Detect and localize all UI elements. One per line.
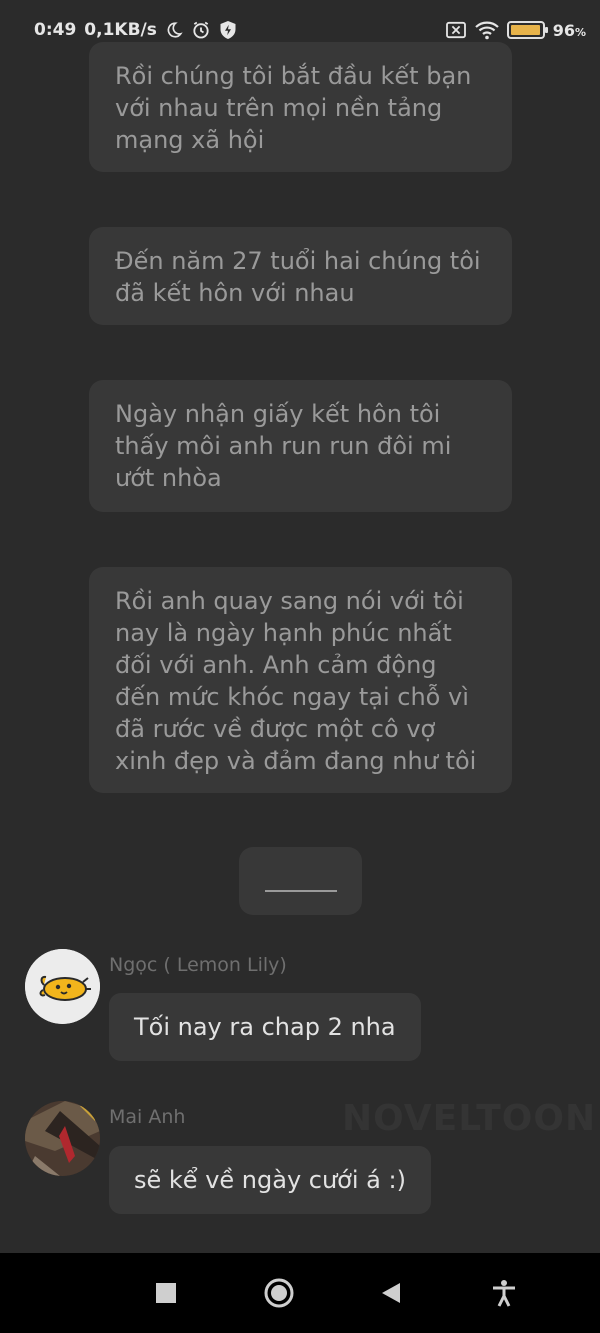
divider-line xyxy=(264,890,337,892)
sim-x-icon xyxy=(445,21,467,39)
status-time: 0:49 xyxy=(34,20,77,40)
lemon-avatar-icon xyxy=(25,949,100,1024)
speaker-name: Ngọc ( Lemon Lily) xyxy=(109,954,287,976)
back-triangle-icon xyxy=(382,1283,401,1303)
wifi-icon xyxy=(474,20,499,40)
accessibility-icon xyxy=(492,1280,515,1307)
narration-text: Ngày nhận giấy kết hôn tôi thấy môi anh … xyxy=(115,400,452,492)
shield-icon xyxy=(219,20,237,40)
back-button[interactable] xyxy=(361,1263,421,1323)
narration-text: Đến năm 27 tuổi hai chúng tôi đã kết hôn… xyxy=(115,247,481,307)
narration-bubble: Ngày nhận giấy kết hôn tôi thấy môi anh … xyxy=(89,380,512,512)
avatar[interactable] xyxy=(25,949,100,1024)
narration-bubble: Rồi chúng tôi bắt đầu kết bạn với nhau t… xyxy=(89,42,512,172)
photo-avatar-icon xyxy=(25,1101,100,1176)
chapter-divider xyxy=(239,847,362,915)
chat-bubble: sẽ kể về ngày cưới á :) xyxy=(109,1146,431,1214)
narration-bubble: Rồi anh quay sang nói với tôi nay là ngà… xyxy=(89,567,512,793)
home-button[interactable] xyxy=(249,1263,309,1323)
narration-text: Rồi chúng tôi bắt đầu kết bạn với nhau t… xyxy=(115,62,472,154)
recents-square-icon xyxy=(156,1283,177,1303)
recents-button[interactable] xyxy=(136,1263,196,1323)
narration-text: Rồi anh quay sang nói với tôi nay là ngà… xyxy=(115,587,477,775)
navigation-bar xyxy=(0,1253,600,1333)
battery-level xyxy=(510,25,540,35)
accessibility-button[interactable] xyxy=(474,1263,534,1323)
home-circle-icon xyxy=(264,1278,294,1308)
chat-text: Tối nay ra chap 2 nha xyxy=(134,1013,396,1041)
alarm-icon xyxy=(191,20,211,40)
speaker-name: Mai Anh xyxy=(109,1106,186,1128)
moon-icon xyxy=(165,21,183,39)
status-right: 96% xyxy=(445,20,586,40)
status-left: 0:49 0,1KB/s xyxy=(34,20,237,40)
chat-text: sẽ kể về ngày cưới á :) xyxy=(134,1166,406,1194)
noveltoon-watermark: NOVELTOON xyxy=(342,1098,597,1139)
status-bar: 0:49 0,1KB/s 96% xyxy=(0,0,600,60)
network-speed: 0,1KB/s xyxy=(84,20,157,40)
battery-percent: 96% xyxy=(552,20,586,40)
battery-icon xyxy=(506,21,548,39)
avatar[interactable] xyxy=(25,1101,100,1176)
chat-bubble: Tối nay ra chap 2 nha xyxy=(109,993,421,1061)
narration-bubble: Đến năm 27 tuổi hai chúng tôi đã kết hôn… xyxy=(89,227,512,325)
